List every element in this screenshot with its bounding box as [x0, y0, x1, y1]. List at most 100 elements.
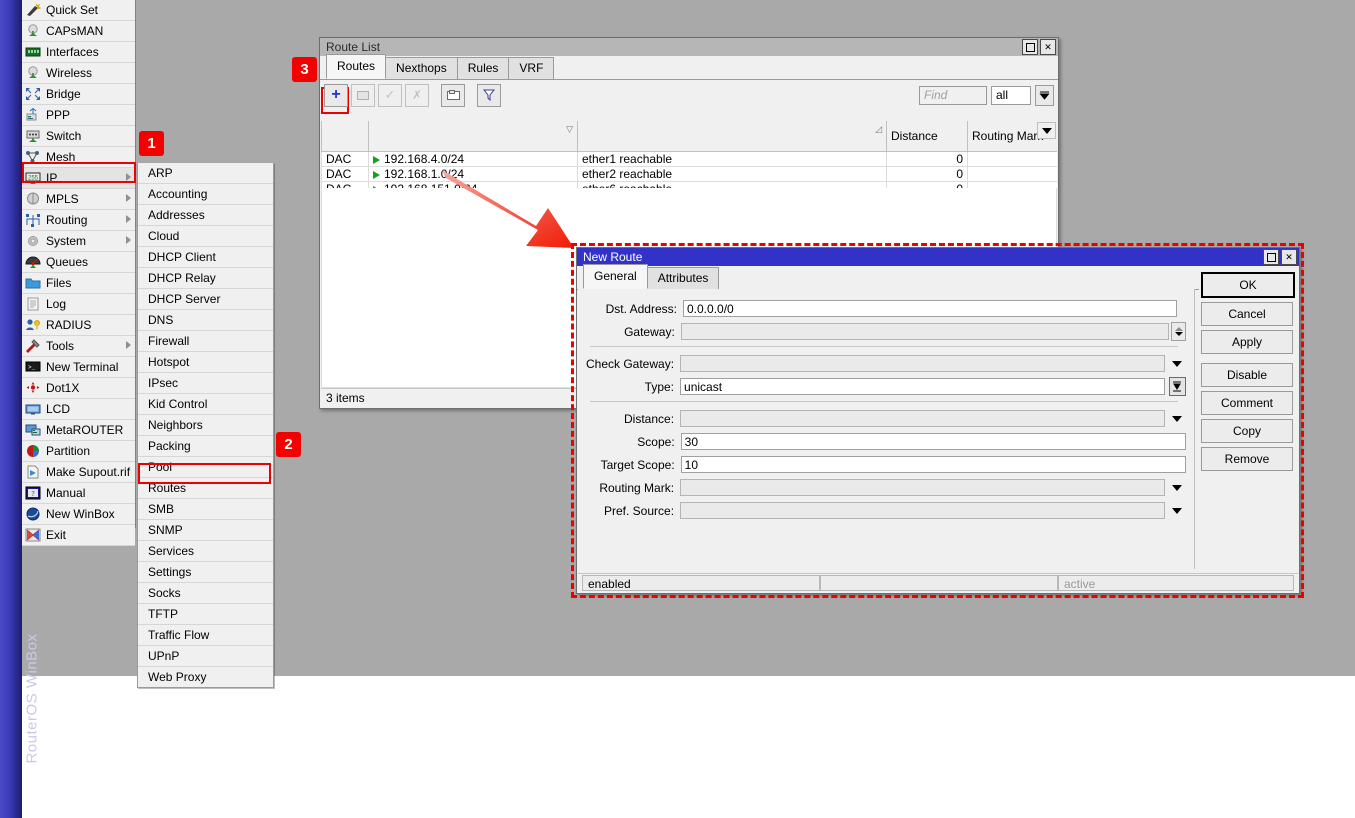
ip-submenu-item-dns[interactable]: DNS — [138, 310, 273, 331]
close-icon[interactable]: ✕ — [1040, 39, 1056, 55]
field-input-routing-mark[interactable] — [680, 479, 1165, 496]
main-menu-item-new-terminal[interactable]: >_New Terminal — [22, 357, 135, 378]
copy-button[interactable]: Copy — [1201, 419, 1293, 443]
ip-submenu-item-firewall[interactable]: Firewall — [138, 331, 273, 352]
main-menu-item-system[interactable]: System — [22, 231, 135, 252]
ip-submenu-item-hotspot[interactable]: Hotspot — [138, 352, 273, 373]
field-input-gateway[interactable] — [681, 323, 1170, 340]
new-route-form[interactable]: Dst. Address:0.0.0.0/0Gateway:Check Gate… — [578, 289, 1195, 569]
tab-rules[interactable]: Rules — [457, 57, 510, 79]
spinner-stepper[interactable] — [1171, 322, 1186, 341]
ip-submenu-item-ipsec[interactable]: IPsec — [138, 373, 273, 394]
main-menu-item-switch[interactable]: Switch — [22, 126, 135, 147]
main-menu-item-capsman[interactable]: CAPsMAN — [22, 21, 135, 42]
comment-button[interactable]: Comment — [1201, 391, 1293, 415]
ip-submenu-item-neighbors[interactable]: Neighbors — [138, 415, 273, 436]
main-menu-item-wireless[interactable]: Wireless — [22, 63, 135, 84]
main-menu-item-exit[interactable]: Exit — [22, 525, 135, 546]
chevron-down-icon[interactable] — [1035, 85, 1054, 106]
ip-submenu-item-traffic-flow[interactable]: Traffic Flow — [138, 625, 273, 646]
ip-submenu-item-addresses[interactable]: Addresses — [138, 205, 273, 226]
ip-submenu-item-dhcp-client[interactable]: DHCP Client — [138, 247, 273, 268]
main-menu-item-manual[interactable]: ?Manual — [22, 483, 135, 504]
route-list-toolbar[interactable]: + ✓ ✗ Find all — [320, 80, 1058, 110]
main-menu-item-dot1x[interactable]: Dot1X — [22, 378, 135, 399]
ip-submenu-item-accounting[interactable]: Accounting — [138, 184, 273, 205]
enable-route-button[interactable]: ✓ — [378, 84, 402, 107]
add-route-button[interactable]: + — [324, 84, 348, 107]
main-menu-item-make-supout-rif[interactable]: Make Supout.rif — [22, 462, 135, 483]
ip-submenu-item-upnp[interactable]: UPnP — [138, 646, 273, 667]
tab-nexthops[interactable]: Nexthops — [385, 57, 458, 79]
column-header-flags[interactable] — [322, 121, 369, 152]
maximize-icon[interactable] — [1263, 249, 1279, 265]
ip-submenu-item-kid-control[interactable]: Kid Control — [138, 394, 273, 415]
tab-attributes[interactable]: Attributes — [647, 267, 720, 289]
main-menu-item-lcd[interactable]: LCD — [22, 399, 135, 420]
dropdown-arrow-button[interactable] — [1169, 508, 1186, 514]
ip-submenu-item-dhcp-server[interactable]: DHCP Server — [138, 289, 273, 310]
ip-submenu-item-settings[interactable]: Settings — [138, 562, 273, 583]
new-route-titlebar[interactable]: New Route ✕ — [577, 248, 1299, 266]
ip-submenu-item-pool[interactable]: Pool — [138, 457, 273, 478]
ip-submenu-item-dhcp-relay[interactable]: DHCP Relay — [138, 268, 273, 289]
route-list-titlebar[interactable]: Route List ✕ — [320, 38, 1058, 56]
main-menu-item-new-winbox[interactable]: New WinBox — [22, 504, 135, 525]
main-menu-item-files[interactable]: Files — [22, 273, 135, 294]
disable-route-button[interactable]: ✗ — [405, 84, 429, 107]
maximize-icon[interactable] — [1022, 39, 1038, 55]
main-menu-item-quick-set[interactable]: Quick Set — [22, 0, 135, 21]
column-header-dst-address[interactable]: ▽ — [369, 121, 578, 152]
field-input-scope[interactable]: 30 — [681, 433, 1186, 450]
dropdown-arrow-button[interactable] — [1169, 361, 1186, 367]
main-menu-item-mesh[interactable]: Mesh — [22, 147, 135, 168]
main-menu-item-routing[interactable]: Routing — [22, 210, 135, 231]
ip-submenu-item-services[interactable]: Services — [138, 541, 273, 562]
comment-icon[interactable] — [441, 84, 465, 107]
ip-submenu-item-web-proxy[interactable]: Web Proxy — [138, 667, 273, 687]
ip-submenu-item-tftp[interactable]: TFTP — [138, 604, 273, 625]
ip-submenu-item-routes[interactable]: Routes — [138, 478, 273, 499]
ip-submenu-item-cloud[interactable]: Cloud — [138, 226, 273, 247]
route-list-tabs[interactable]: RoutesNexthopsRulesVRF — [320, 56, 1058, 80]
main-menu-item-mpls[interactable]: MPLS — [22, 189, 135, 210]
field-input-type[interactable]: unicast — [680, 378, 1164, 395]
main-menu-item-queues[interactable]: Queues — [22, 252, 135, 273]
main-menu-item-bridge[interactable]: Bridge — [22, 84, 135, 105]
tab-routes[interactable]: Routes — [326, 54, 386, 79]
main-menu[interactable]: Quick SetCAPsMANInterfacesWirelessBridge… — [22, 0, 136, 528]
table-row[interactable]: DAC192.168.1.0/24ether2 reachable0192.16… — [322, 167, 1058, 182]
search-input[interactable]: Find — [919, 86, 987, 105]
main-menu-item-ppp[interactable]: PPP — [22, 105, 135, 126]
field-input-distance[interactable] — [680, 410, 1165, 427]
main-menu-item-log[interactable]: Log — [22, 294, 135, 315]
close-icon[interactable]: ✕ — [1281, 249, 1297, 265]
main-menu-item-interfaces[interactable]: Interfaces — [22, 42, 135, 63]
new-route-window[interactable]: New Route ✕ GeneralAttributes Dst. Addre… — [576, 247, 1300, 594]
ip-submenu[interactable]: ARPAccountingAddressesCloudDHCP ClientDH… — [137, 163, 274, 688]
new-route-tabs[interactable]: GeneralAttributes — [577, 266, 1199, 290]
tab-general[interactable]: General — [583, 264, 648, 289]
column-header-distance[interactable]: Distance — [887, 121, 968, 152]
remove-button[interactable]: Remove — [1201, 447, 1293, 471]
ip-submenu-item-arp[interactable]: ARP — [138, 163, 273, 184]
main-menu-item-ip[interactable]: 255IP — [22, 168, 135, 189]
field-input-target-scope[interactable]: 10 — [681, 456, 1186, 473]
route-table[interactable]: ▽◿DistanceRouting MarkPref. SourceDAC192… — [321, 121, 1057, 188]
main-menu-item-radius[interactable]: RADIUS — [22, 315, 135, 336]
column-chooser-button[interactable] — [1037, 122, 1056, 139]
dropdown-arrow-button[interactable] — [1169, 416, 1186, 422]
ip-submenu-item-smb[interactable]: SMB — [138, 499, 273, 520]
filter-icon[interactable] — [477, 84, 501, 107]
ok-button[interactable]: OK — [1201, 272, 1295, 298]
table-row[interactable]: DAC192.168.4.0/24ether1 reachable0192.16… — [322, 152, 1058, 167]
main-menu-item-metarouter[interactable]: MetaROUTER — [22, 420, 135, 441]
field-input-pref-source[interactable] — [680, 502, 1165, 519]
ip-submenu-item-snmp[interactable]: SNMP — [138, 520, 273, 541]
dropdown-arrow-button[interactable] — [1169, 485, 1186, 491]
field-input-check-gateway[interactable] — [680, 355, 1165, 372]
ip-submenu-item-packing[interactable]: Packing — [138, 436, 273, 457]
field-input-dst-address[interactable]: 0.0.0.0/0 — [683, 300, 1177, 317]
main-menu-item-tools[interactable]: Tools — [22, 336, 135, 357]
cancel-button[interactable]: Cancel — [1201, 302, 1293, 326]
